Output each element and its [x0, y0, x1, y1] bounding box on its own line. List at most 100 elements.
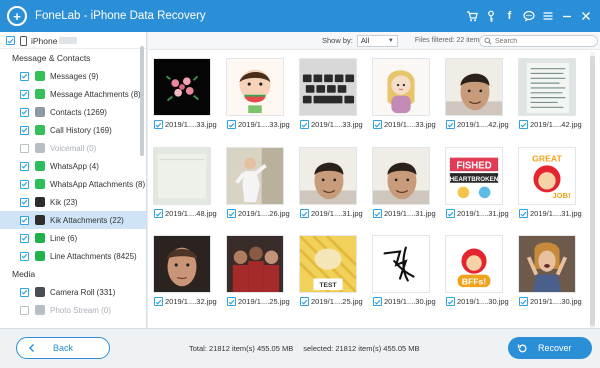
sidebar-item-checkbox[interactable] — [20, 197, 29, 207]
thumbnail-tile[interactable]: TEST 2019/1....25.jpg — [294, 235, 363, 306]
thumbnail-checkbox[interactable] — [446, 120, 455, 129]
sidebar-item-checkbox[interactable] — [20, 215, 29, 225]
sidebar-item-message-attachments[interactable]: Message Attachments (8) — [0, 85, 146, 103]
key-icon[interactable] — [482, 8, 499, 25]
thumbnail-checkbox[interactable] — [373, 120, 382, 129]
thumbnail-checkbox[interactable] — [519, 120, 528, 129]
thumbnail-checkbox[interactable] — [227, 120, 236, 129]
thumbnail-great-job-sticker[interactable]: GREAT JOB! — [518, 147, 576, 205]
thumbnail-checkbox[interactable] — [373, 209, 382, 218]
thumbnail-tile[interactable]: 2019/1....48.jpg — [148, 147, 217, 218]
grid-scrollbar-thumb[interactable] — [590, 56, 595, 326]
thumbnail-man-selfie[interactable] — [372, 147, 430, 205]
show-by-dropdown[interactable]: All ▼ — [356, 34, 398, 47]
thumbnail-checkbox[interactable] — [154, 209, 163, 218]
sidebar-item-checkbox[interactable] — [20, 179, 29, 189]
minimize-icon[interactable] — [558, 8, 575, 25]
thumbnail-cartoon-test[interactable]: TEST — [299, 235, 357, 293]
thumbnail-tile[interactable]: 2019/1....42.jpg — [440, 58, 509, 129]
sidebar-item-checkbox[interactable] — [20, 305, 29, 315]
search-input[interactable] — [495, 37, 590, 45]
sidebar-item-checkbox[interactable] — [20, 287, 29, 297]
thumbnail-checkbox[interactable] — [227, 209, 236, 218]
recover-button[interactable]: Recover — [508, 337, 592, 359]
thumbnail-flower-bouquet[interactable] — [153, 58, 211, 116]
svg-text:BFFs!: BFFs! — [462, 276, 487, 286]
sidebar-item-line-attachments[interactable]: Line Attachments (8425) — [0, 247, 146, 265]
thumbnail-tile[interactable]: 2019/1....42.jpg — [513, 58, 582, 129]
thumbnail-checkbox[interactable] — [519, 209, 528, 218]
sidebar-item-checkbox[interactable] — [20, 161, 29, 171]
sidebar-item-kik-attachments[interactable]: Kik Attachments (22) — [0, 211, 146, 229]
thumbnail-bffs-sticker[interactable]: BFFs! — [445, 235, 503, 293]
sidebar-item-checkbox[interactable] — [20, 89, 29, 99]
thumbnail-tile[interactable]: FISHED HEARTBROKEN 2019/1....31.jpg — [440, 147, 509, 218]
thumbnail-filename: 2019/1....31.jpg — [457, 209, 509, 218]
thumbnail-tile[interactable]: 2019/1....33.jpg — [294, 58, 363, 129]
search-box[interactable] — [479, 35, 598, 47]
sidebar-item-whatsapp-attachments[interactable]: WhatsApp Attachments (8) — [0, 175, 146, 193]
thumbnail-checkbox[interactable] — [300, 209, 309, 218]
cart-icon[interactable] — [463, 8, 480, 25]
sidebar-item-voicemail[interactable]: Voicemail (0) — [0, 139, 146, 157]
thumbnail-tile[interactable]: 2019/1....31.jpg — [367, 147, 436, 218]
thumbnail-man-face[interactable] — [153, 235, 211, 293]
thumbnail-checkbox[interactable] — [154, 297, 163, 306]
thumbnail-signature[interactable] — [372, 235, 430, 293]
thumbnail-tile[interactable]: 2019/1....26.jpg — [221, 147, 290, 218]
show-by-value: All — [360, 36, 370, 45]
sidebar-item-checkbox[interactable] — [20, 71, 29, 81]
thumbnail-checkbox[interactable] — [373, 297, 382, 306]
thumbnail-checkbox[interactable] — [154, 120, 163, 129]
thumbnail-keyboard[interactable] — [299, 58, 357, 116]
sidebar-item-whatsapp[interactable]: WhatsApp (4) — [0, 157, 146, 175]
thumbnail-checkbox[interactable] — [300, 120, 309, 129]
thumbnail-man-selfie[interactable] — [445, 58, 503, 116]
thumbnail-fished-heartbroken-sticker[interactable]: FISHED HEARTBROKEN — [445, 147, 503, 205]
thumbnail-document-page[interactable] — [518, 58, 576, 116]
sidebar-item-photo-stream[interactable]: Photo Stream (0) — [0, 301, 146, 319]
sidebar-item-kik[interactable]: Kik (23) — [0, 193, 146, 211]
back-button[interactable]: Back — [16, 337, 110, 359]
sidebar-item-checkbox[interactable] — [20, 143, 29, 153]
thumbnail-tile[interactable]: BFFs! 2019/1....30.jpg — [440, 235, 509, 306]
grid-scrollbar[interactable] — [590, 52, 595, 328]
thumbnail-checkbox[interactable] — [519, 297, 528, 306]
thumbnail-dancing-man[interactable] — [226, 147, 284, 205]
sidebar-scrollbar[interactable] — [140, 46, 144, 156]
thumbnail-tile[interactable]: 2019/1....33.jpg — [148, 58, 217, 129]
chat-icon[interactable] — [520, 8, 537, 25]
thumbnail-tile[interactable]: 2019/1....33.jpg — [221, 58, 290, 129]
thumbnail-tile[interactable]: 2019/1....30.jpg — [513, 235, 582, 306]
sidebar-item-checkbox[interactable] — [20, 107, 29, 117]
thumbnail-blank-paper[interactable] — [153, 147, 211, 205]
thumbnail-tile[interactable]: 2019/1....32.jpg — [148, 235, 217, 306]
sidebar-item-checkbox[interactable] — [20, 233, 29, 243]
menu-icon[interactable] — [539, 8, 556, 25]
facebook-icon[interactable]: f — [501, 8, 518, 25]
thumbnail-tile[interactable]: 2019/1....25.jpg — [221, 235, 290, 306]
device-checkbox[interactable] — [6, 36, 15, 45]
thumbnail-checkbox[interactable] — [300, 297, 309, 306]
thumbnail-checkbox[interactable] — [446, 297, 455, 306]
thumbnail-tile[interactable]: GREAT JOB! 2019/1....31.jpg — [513, 147, 582, 218]
sidebar-item-messages[interactable]: Messages (9) — [0, 67, 146, 85]
sidebar-item-checkbox[interactable] — [20, 125, 29, 135]
thumbnail-checkbox[interactable] — [446, 209, 455, 218]
thumbnail-man-selfie[interactable] — [299, 147, 357, 205]
thumbnail-woman-cheering[interactable] — [518, 235, 576, 293]
thumbnail-tile[interactable]: 2019/1....31.jpg — [294, 147, 363, 218]
close-icon[interactable] — [577, 8, 594, 25]
sidebar-item-contacts[interactable]: Contacts (1269) — [0, 103, 146, 121]
thumbnail-cartoon-girl[interactable] — [372, 58, 430, 116]
sidebar-item-camera-roll[interactable]: Camera Roll (331) — [0, 283, 146, 301]
thumbnail-tile[interactable]: 2019/1....30.jpg — [367, 235, 436, 306]
sidebar-item-line[interactable]: Line (6) — [0, 229, 146, 247]
sidebar-item-call-history[interactable]: Call History (169) — [0, 121, 146, 139]
thumbnail-checkbox[interactable] — [227, 297, 236, 306]
thumbnail-group-photo[interactable] — [226, 235, 284, 293]
thumbnail-tile[interactable]: 2019/1....33.jpg — [367, 58, 436, 129]
device-row[interactable]: iPhone — [0, 33, 146, 49]
thumbnail-cartoon-boy-watermelon[interactable] — [226, 58, 284, 116]
sidebar-item-checkbox[interactable] — [20, 251, 29, 261]
